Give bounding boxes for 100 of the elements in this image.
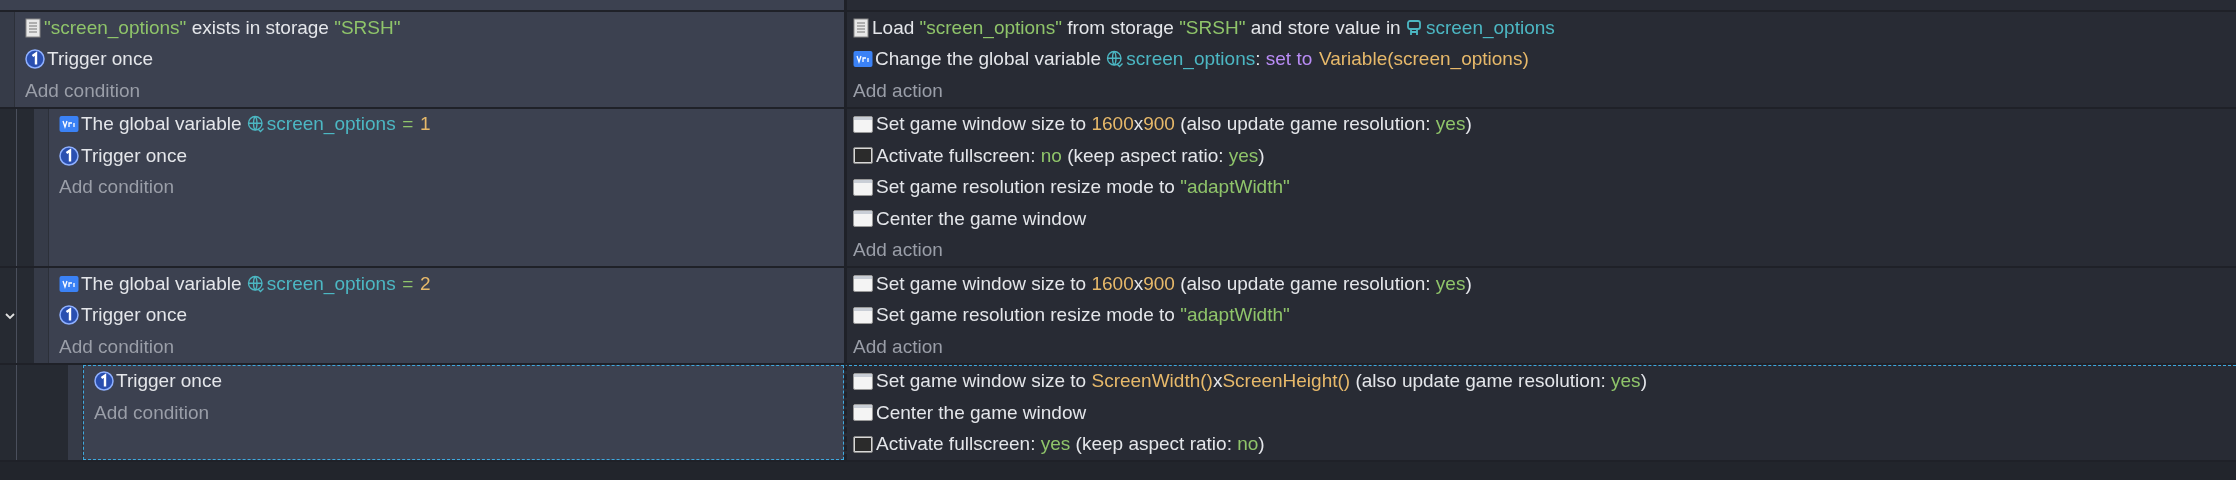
instruction-text: The global variable xyxy=(81,112,243,136)
string-value: "screen_options" xyxy=(919,15,1062,41)
instruction-text: Activate fullscreen: xyxy=(876,432,1037,456)
trigger-icon xyxy=(59,305,79,326)
window-icon xyxy=(853,372,873,390)
variable-name: screen_options xyxy=(1425,15,1555,41)
instruction-row[interactable]: Activate fullscreen: yes (keep aspect ratio: no) xyxy=(847,428,2236,460)
instruction-text: : xyxy=(1255,47,1262,69)
instruction-text: Set game window size to xyxy=(876,369,1088,393)
drag-handle[interactable] xyxy=(34,108,49,266)
chevron-down-icon[interactable] xyxy=(4,310,16,322)
number-value: 900 xyxy=(1143,112,1175,136)
instruction-text: x xyxy=(1133,271,1144,296)
instruction-row[interactable]: Trigger once xyxy=(15,43,844,75)
instruction-row[interactable]: Set game window size to 1600x900 (also update game resolution: yes) xyxy=(847,108,2236,140)
instruction-text: Set game window size to xyxy=(876,112,1088,136)
window-icon xyxy=(853,115,873,133)
screen-icon xyxy=(853,147,873,165)
document-icon xyxy=(853,17,869,38)
window-icon xyxy=(853,404,873,422)
instruction-row[interactable]: The global variable screen_options = 2 xyxy=(49,268,844,300)
instruction-row[interactable]: Trigger once xyxy=(84,365,843,397)
instruction-text: from storage xyxy=(1066,15,1175,40)
instruction-row[interactable]: Change the global variable screen_options: set to Variable(screen_options) xyxy=(847,43,2236,75)
add-condition-link[interactable]: Add condition xyxy=(59,332,175,361)
conditions-panel[interactable]: Trigger once Add condition xyxy=(83,364,844,460)
string-value: yes xyxy=(1435,271,1466,296)
instruction-row[interactable]: Trigger once xyxy=(49,140,844,172)
instruction-text: Trigger once xyxy=(81,303,187,327)
string-value: yes xyxy=(1435,112,1466,136)
number-value: 2 xyxy=(420,271,431,296)
variable-icon xyxy=(853,50,873,69)
conditions-panel[interactable]: The global variable screen_options = 2 Trigger once Add condition xyxy=(49,268,844,363)
instruction-text: Center the game window xyxy=(876,400,1087,425)
variable-name: screen_options xyxy=(266,112,396,137)
instruction-row[interactable]: "screen_options" exists in storage "SRSH" xyxy=(15,12,844,44)
add-action-link[interactable]: Add action xyxy=(853,236,943,265)
instruction-text: ) xyxy=(1465,112,1472,136)
window-icon xyxy=(853,210,873,228)
instruction-text: Activate fullscreen: xyxy=(876,143,1037,168)
instruction-row[interactable]: The global variable screen_options = 1 xyxy=(49,108,844,140)
globe-icon xyxy=(246,274,265,293)
screen-icon xyxy=(853,435,873,453)
window-icon xyxy=(853,306,873,324)
string-value: yes xyxy=(1228,143,1259,168)
instruction-row[interactable]: Trigger once xyxy=(49,299,844,331)
operator-text: set to xyxy=(1265,47,1313,71)
trigger-icon xyxy=(94,371,114,392)
number-value: ScreenWidth() xyxy=(1091,369,1213,393)
window-icon xyxy=(853,275,873,293)
variable-name: screen_options xyxy=(1126,47,1256,72)
document-icon xyxy=(25,17,41,38)
instruction-row[interactable]: Center the game window xyxy=(847,397,2236,429)
drag-handle[interactable] xyxy=(34,268,49,363)
instruction-row[interactable]: Set game window size to ScreenWidth()xScreenHeight() (also update game resolution: yes) xyxy=(847,365,2236,397)
add-condition-link[interactable]: Add condition xyxy=(25,76,141,105)
instruction-row[interactable]: Load "screen_options" from storage "SRSH" and store value in screen_options xyxy=(847,12,2236,44)
number-value: 1600 xyxy=(1091,271,1134,296)
trigger-icon xyxy=(25,49,45,70)
string-value: "screen_options" xyxy=(44,15,187,41)
number-value: 1600 xyxy=(1091,112,1134,136)
instruction-text: Trigger once xyxy=(116,369,222,393)
number-value: 900 xyxy=(1143,271,1175,296)
instruction-text: ) xyxy=(1258,143,1265,168)
instruction-text: (also update game resolution: xyxy=(1179,271,1432,296)
instruction-text: and store value in xyxy=(1249,15,1402,40)
string-value: yes xyxy=(1611,369,1641,393)
instruction-text: Trigger once xyxy=(81,143,187,168)
window-icon xyxy=(853,178,873,196)
number-value: ScreenHeight() xyxy=(1222,369,1351,393)
instruction-row[interactable]: Activate fullscreen: no (keep aspect ratio: yes) xyxy=(847,140,2236,172)
instruction-row[interactable]: Set game resolution resize mode to "adaptWidth" xyxy=(847,171,2236,203)
instruction-row[interactable]: Set game resolution resize mode to "adaptWidth" xyxy=(847,299,2236,331)
string-value: no xyxy=(1040,143,1062,168)
add-action-link[interactable]: Add action xyxy=(853,76,943,105)
add-condition-link[interactable]: Add condition xyxy=(94,398,210,427)
string-value: "SRSH" xyxy=(1179,15,1246,40)
string-value: "adaptWidth" xyxy=(1180,175,1290,199)
instruction-text: x xyxy=(1133,112,1144,136)
drag-handle[interactable] xyxy=(0,12,15,107)
instruction-row[interactable]: Center the game window xyxy=(847,203,2236,235)
instruction-text: Center the game window xyxy=(876,206,1087,231)
instruction-text: ) xyxy=(1258,432,1265,456)
instruction-text: The global variable xyxy=(81,271,243,296)
variable-name: screen_options xyxy=(266,271,396,297)
instruction-text: (keep aspect ratio: xyxy=(1074,432,1233,456)
string-value: = xyxy=(402,271,414,296)
instruction-text: x xyxy=(1212,369,1223,393)
string-value: "SRSH" xyxy=(334,15,401,40)
string-value: = xyxy=(402,112,414,136)
instruction-text: Set game resolution resize mode to xyxy=(876,303,1176,327)
add-action-link[interactable]: Add action xyxy=(853,332,943,361)
instruction-text: ) xyxy=(1640,369,1647,393)
conditions-panel[interactable]: The global variable screen_options = 1 Trigger once Add condition xyxy=(49,108,844,266)
instruction-text: (keep aspect ratio: xyxy=(1066,143,1225,168)
drag-handle[interactable] xyxy=(68,364,83,460)
conditions-panel[interactable]: "screen_options" exists in storage "SRSH" Trigger once Add condition xyxy=(15,12,844,107)
add-condition-link[interactable]: Add condition xyxy=(59,173,175,202)
globe-icon xyxy=(246,115,265,134)
instruction-row[interactable]: Set game window size to 1600x900 (also update game resolution: yes) xyxy=(847,268,2236,300)
